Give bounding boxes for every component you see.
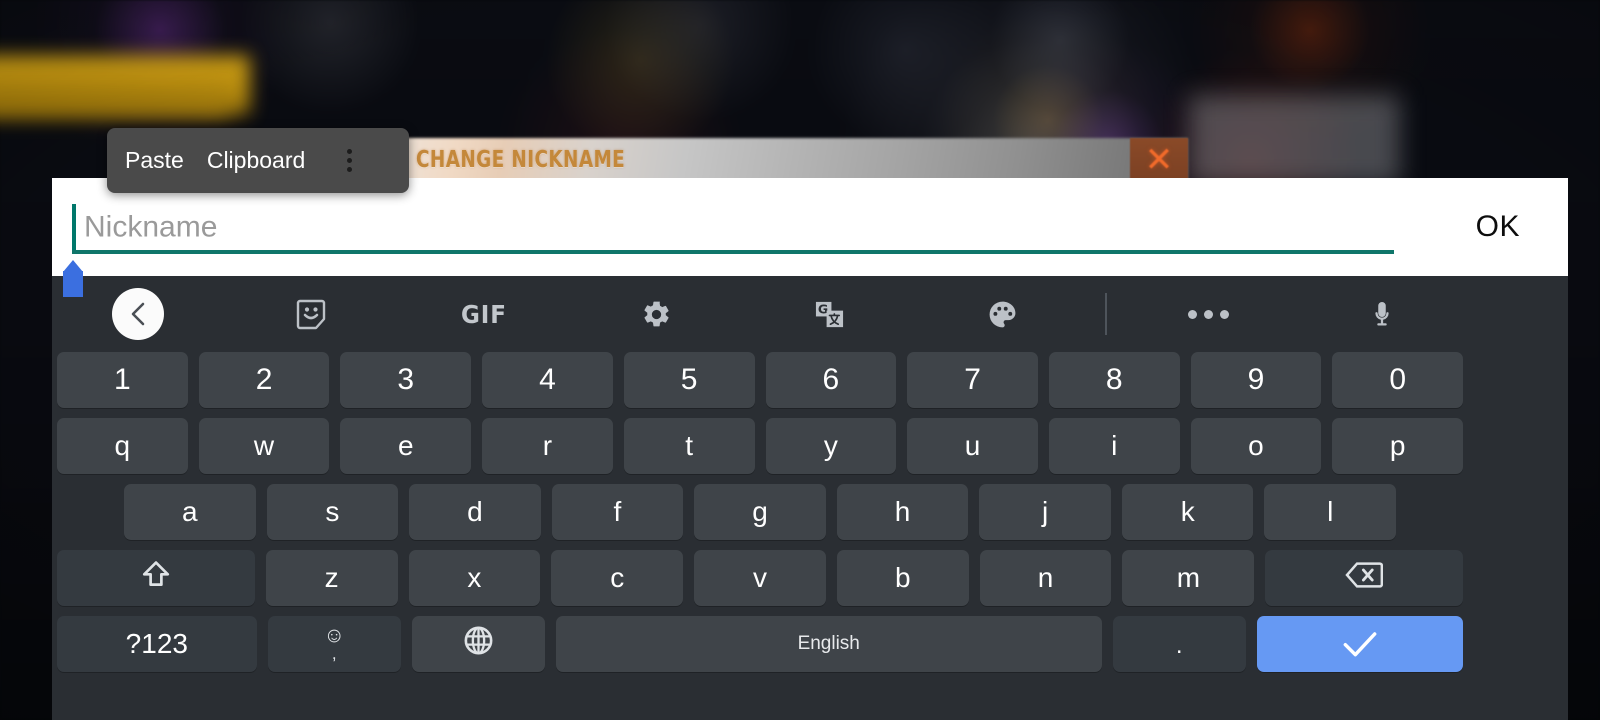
key-o[interactable]: o (1190, 418, 1322, 474)
symbols-key[interactable]: ?123 (57, 616, 257, 672)
backspace-key[interactable] (1265, 550, 1463, 606)
clipboard-button[interactable]: Clipboard (207, 147, 305, 174)
key-t[interactable]: t (623, 418, 755, 474)
key-e[interactable]: e (340, 418, 472, 474)
keyboard-toolbar: GIF G (52, 276, 1468, 352)
key-d[interactable]: d (409, 484, 541, 540)
key-2[interactable]: 2 (198, 352, 330, 408)
key-0[interactable]: 0 (1332, 352, 1464, 408)
space-key[interactable]: English (555, 616, 1102, 672)
key-p[interactable]: p (1332, 418, 1464, 474)
key-c[interactable]: c (551, 550, 684, 606)
keyboard-row-top: q w e r t y u i o p (54, 418, 1466, 474)
key-5[interactable]: 5 (623, 352, 755, 408)
paste-context-menu[interactable]: Paste Clipboard (107, 128, 409, 193)
key-z[interactable]: z (265, 550, 398, 606)
translate-icon: G (814, 299, 845, 330)
close-icon: ✕ (1144, 141, 1174, 179)
key-r[interactable]: r (482, 418, 613, 474)
key-k[interactable]: k (1121, 484, 1254, 540)
key-a[interactable]: a (123, 484, 256, 540)
theme-button[interactable] (916, 276, 1089, 352)
more-button[interactable] (1123, 276, 1296, 352)
comma-label: , (331, 644, 337, 663)
globe-icon (462, 624, 495, 664)
nickname-input[interactable]: Nickname (72, 202, 1394, 254)
backspace-icon (1345, 560, 1384, 597)
translate-button[interactable]: G (743, 276, 916, 352)
microphone-icon (1367, 299, 1397, 330)
toolbar-divider (1089, 276, 1123, 352)
input-underline (72, 250, 1394, 254)
chevron-left-icon (112, 288, 165, 340)
key-s[interactable]: s (266, 484, 399, 540)
gear-icon (641, 299, 672, 330)
keyboard-row-numbers: 1 2 3 4 5 6 7 8 9 0 (54, 352, 1466, 408)
emoji-key[interactable]: ☺ , (267, 616, 401, 672)
page-title: CHANGE NICKNAME (416, 147, 626, 173)
key-f[interactable]: f (551, 484, 684, 540)
close-button[interactable]: ✕ (1130, 138, 1188, 182)
paste-button[interactable]: Paste (125, 147, 184, 174)
period-key[interactable]: . (1112, 616, 1246, 672)
on-screen-keyboard: GIF G 1 2 3 4 5 6 7 8 9 0 q w e r t y u … (52, 276, 1568, 720)
key-m[interactable]: m (1122, 550, 1255, 606)
text-caret (72, 204, 76, 250)
key-h[interactable]: h (836, 484, 969, 540)
overflow-menu-icon (1188, 309, 1230, 319)
key-u[interactable]: u (907, 418, 1038, 474)
keyboard-row-home: a s d f g h j k l (54, 484, 1466, 540)
key-4[interactable]: 4 (482, 352, 613, 408)
key-q[interactable]: q (56, 418, 188, 474)
key-b[interactable]: b (836, 550, 969, 606)
shift-key[interactable] (57, 550, 255, 606)
language-key[interactable] (411, 616, 545, 672)
shift-icon (139, 558, 173, 599)
change-nickname-dialog: CHANGE NICKNAME ✕ (402, 138, 1188, 182)
key-7[interactable]: 7 (907, 352, 1038, 408)
key-8[interactable]: 8 (1048, 352, 1180, 408)
gif-icon: GIF (460, 299, 507, 329)
sticker-icon (296, 299, 326, 330)
key-i[interactable]: i (1048, 418, 1180, 474)
key-l[interactable]: l (1264, 484, 1397, 540)
keyboard-row-bottom: z x c v b n m (54, 550, 1466, 606)
screen: CHANGE NICKNAME ✕ Paste Clipboard Nickna… (0, 0, 1600, 720)
key-j[interactable]: j (979, 484, 1111, 540)
key-g[interactable]: g (694, 484, 826, 540)
emoji-icon: ☺ (323, 624, 345, 647)
key-y[interactable]: y (765, 418, 897, 474)
divider (1104, 293, 1107, 335)
key-x[interactable]: x (408, 550, 541, 606)
key-w[interactable]: w (198, 418, 330, 474)
key-6[interactable]: 6 (765, 352, 897, 408)
text-cursor-handle[interactable] (58, 260, 88, 298)
sticker-button[interactable] (225, 276, 398, 352)
nickname-placeholder: Nickname (84, 210, 218, 244)
handle-body (63, 271, 83, 297)
voice-input-button[interactable] (1295, 276, 1468, 352)
gif-button[interactable]: GIF (398, 276, 571, 352)
keyboard-row-space: ?123 ☺ , English . (54, 616, 1466, 672)
keyboard-key-rows: 1 2 3 4 5 6 7 8 9 0 q w e r t y u i o p … (52, 352, 1468, 682)
key-v[interactable]: v (694, 550, 826, 606)
key-1[interactable]: 1 (56, 352, 188, 408)
ok-button[interactable]: OK (1466, 204, 1530, 250)
palette-icon (987, 299, 1018, 330)
key-3[interactable]: 3 (340, 352, 472, 408)
key-9[interactable]: 9 (1190, 352, 1322, 408)
check-icon (1340, 628, 1380, 660)
enter-key[interactable] (1256, 616, 1464, 672)
settings-button[interactable] (570, 276, 743, 352)
key-n[interactable]: n (979, 550, 1112, 606)
overflow-menu-icon[interactable] (334, 128, 364, 193)
